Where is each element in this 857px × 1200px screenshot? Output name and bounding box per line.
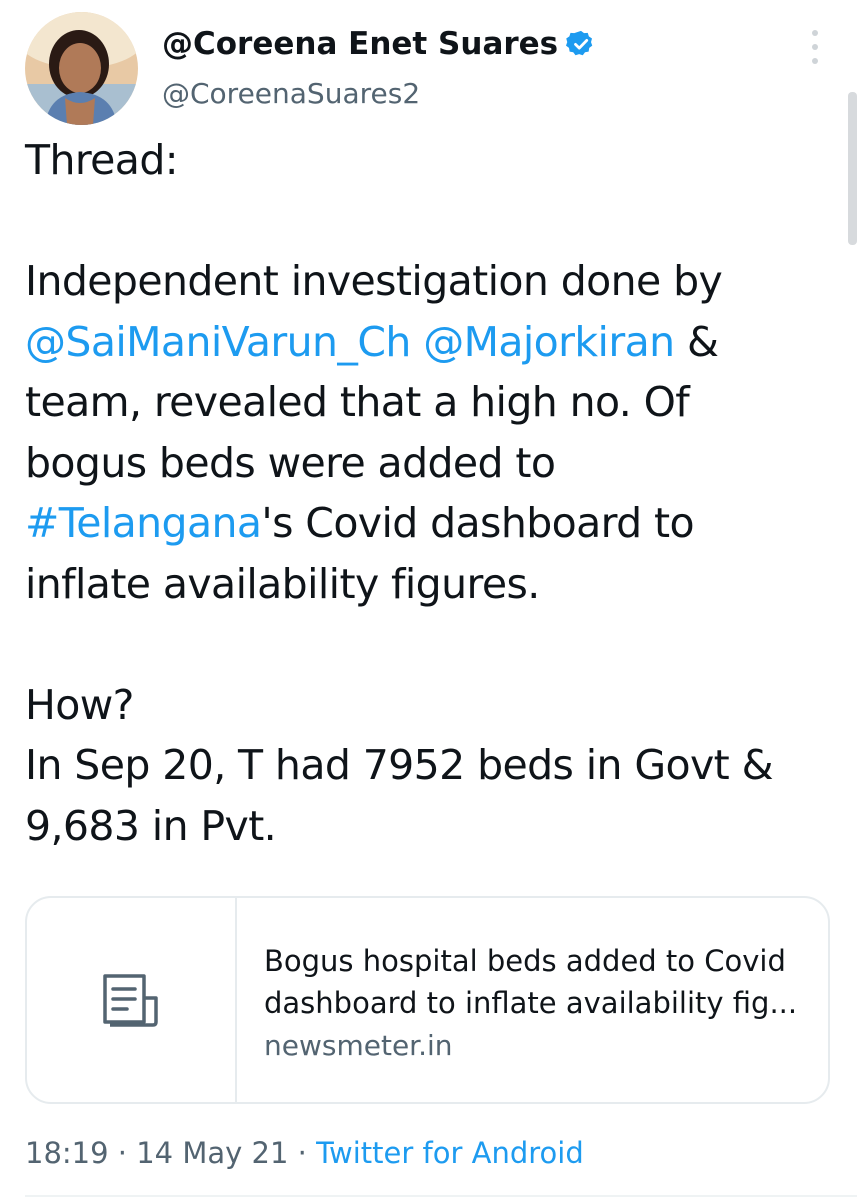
tweet-line: 9,683 in Pvt.	[25, 801, 277, 850]
divider	[25, 1195, 857, 1197]
avatar[interactable]	[25, 12, 138, 125]
tweet-time[interactable]: 18:19	[25, 1136, 109, 1170]
link-card-title: dashboard to inflate availability fig...	[264, 986, 798, 1020]
verified-badge-icon	[566, 30, 593, 56]
display-name-text: @Coreena Enet Suares	[162, 26, 559, 62]
more-options-icon[interactable]	[800, 30, 830, 64]
tweet-line: team, revealed that a high no. Of	[25, 378, 690, 426]
author-display-name[interactable]: @Coreena Enet Suares	[162, 24, 596, 64]
dot	[812, 58, 818, 64]
scrollbar-thumb[interactable]	[848, 92, 857, 245]
tweet-line: @SaiManiVarun_Ch @Majorkiran &	[25, 312, 845, 373]
mention-link[interactable]: @Majorkiran	[423, 318, 675, 366]
meta-separator: ·	[297, 1136, 307, 1170]
dot	[812, 44, 818, 50]
tweet-text: Thread: Independent investigation done b…	[25, 130, 845, 856]
link-preview-card[interactable]: Bogus hospital beds added to Covid dashb…	[25, 896, 830, 1104]
mention-link[interactable]: @SaiManiVarun_Ch	[25, 318, 411, 366]
tweet-line: Independent investigation done by	[25, 257, 723, 305]
tweet-source-link[interactable]: Twitter for Android	[316, 1136, 584, 1170]
link-card-text: Bogus hospital beds added to Covid dashb…	[237, 898, 828, 1102]
tweet-line: bogus beds were added to	[25, 438, 556, 487]
tweet-meta: 18:19 · 14 May 21 · Twitter for Android	[25, 1133, 584, 1173]
link-card-thumbnail	[27, 898, 237, 1102]
tweet-line: In Sep 20, T had 7952 beds in Govt &	[25, 741, 774, 789]
tweet-text-fragment: &	[674, 317, 719, 366]
link-card-domain: newsmeter.in	[264, 1029, 453, 1062]
tweet-line: #Telangana's Covid dashboard to	[25, 493, 845, 554]
tweet-date[interactable]: 14 May 21	[136, 1136, 288, 1170]
dot	[812, 30, 818, 36]
tweet-line: How?	[25, 680, 134, 729]
hashtag-link[interactable]: #Telangana	[25, 499, 262, 547]
link-card-title: Bogus hospital beds added to Covid	[264, 944, 786, 978]
meta-separator: ·	[117, 1136, 128, 1170]
tweet-text-fragment: 's Covid dashboard to	[261, 499, 694, 547]
tweet-line: Thread:	[25, 136, 179, 184]
profile-photo	[25, 12, 138, 125]
author-handle[interactable]: @CoreenaSuares2	[162, 76, 420, 112]
tweet-line: inflate availability figures.	[25, 559, 540, 608]
article-icon	[103, 974, 158, 1027]
